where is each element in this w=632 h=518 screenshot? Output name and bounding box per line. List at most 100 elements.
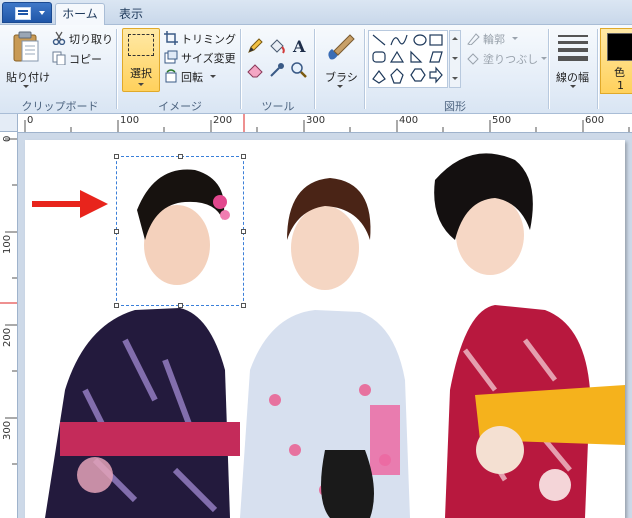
- chevron-down-icon: [138, 83, 144, 86]
- select-button[interactable]: 選択: [122, 28, 160, 92]
- size-label: 線の幅: [556, 71, 589, 84]
- ruler-label: 300: [2, 420, 13, 440]
- select-rectangle-icon: [128, 34, 154, 56]
- copy-label: コピー: [69, 53, 102, 66]
- crop-button[interactable]: トリミング: [164, 30, 238, 46]
- brush-icon: [328, 34, 355, 60]
- select-label: 選択: [130, 67, 152, 80]
- copy-button[interactable]: コピー: [52, 50, 114, 66]
- ruler-corner: [0, 114, 18, 132]
- paste-icon: [13, 31, 39, 62]
- cut-label: 切り取り: [69, 33, 113, 46]
- paste-label: 貼り付け: [6, 71, 50, 84]
- tab-home[interactable]: ホーム: [55, 3, 105, 26]
- chevron-up-icon: [452, 37, 458, 40]
- shapes-scroll[interactable]: [449, 30, 461, 88]
- expand-icon: [452, 77, 458, 80]
- resize-handle[interactable]: [178, 154, 183, 159]
- resize-handle[interactable]: [178, 303, 183, 308]
- ruler-label: 0: [27, 115, 34, 126]
- size-button[interactable]: 線の幅: [552, 29, 594, 93]
- chevron-down-icon: [337, 85, 343, 88]
- crop-label: トリミング: [181, 33, 236, 46]
- outline-label: 輪郭: [483, 33, 505, 46]
- fill-bucket-icon[interactable]: [268, 37, 286, 55]
- group-separator: [548, 29, 549, 109]
- shapes-icon: [372, 34, 443, 84]
- ruler-label: 100: [2, 234, 13, 254]
- ruler-label: 200: [2, 327, 13, 347]
- resize-handle[interactable]: [114, 303, 119, 308]
- cut-button[interactable]: 切り取り: [52, 30, 114, 46]
- color1-swatch: [607, 33, 632, 61]
- tools-grid: A: [244, 33, 312, 81]
- paint-menu-button[interactable]: [2, 2, 52, 23]
- ruler-label: 400: [399, 115, 419, 126]
- photo-three-women-yukata: [45, 153, 625, 518]
- chevron-down-icon: [570, 85, 576, 88]
- line-width-icon: [558, 35, 588, 61]
- chevron-down-icon: [23, 85, 29, 88]
- outline-icon: [467, 33, 480, 45]
- group-separator: [116, 29, 117, 109]
- resize-handle[interactable]: [241, 229, 246, 234]
- ruler-label: 0: [2, 135, 13, 142]
- group-separator: [364, 29, 365, 109]
- brushes-button[interactable]: ブラシ: [318, 29, 362, 93]
- canvas-workspace[interactable]: [18, 133, 632, 518]
- pencil-icon[interactable]: [246, 37, 264, 55]
- color-picker-icon[interactable]: [268, 61, 286, 79]
- ruler-label: 200: [213, 115, 233, 126]
- resize-handle[interactable]: [241, 154, 246, 159]
- brushes-label: ブラシ: [325, 71, 358, 84]
- resize-label: サイズ変更: [181, 52, 236, 65]
- group-separator: [597, 29, 598, 109]
- ruler-ticks: [0, 138, 17, 465]
- crop-icon: [164, 31, 178, 45]
- color1-button[interactable]: 色 1: [600, 28, 632, 94]
- fill-icon: [467, 53, 479, 65]
- ribbon-tab-bar: ホーム 表示: [0, 0, 632, 26]
- shapes-group-label: 図形: [444, 100, 466, 113]
- selection-rectangle[interactable]: [114, 154, 246, 308]
- rotate-button[interactable]: 回転: [164, 68, 238, 84]
- chevron-down-icon: [210, 75, 216, 78]
- svg-text:A: A: [292, 37, 306, 55]
- fill-label: 塗りつぶし: [483, 53, 539, 66]
- chevron-down-icon: [512, 37, 518, 40]
- red-arrow-icon: [32, 190, 108, 218]
- image-canvas[interactable]: [25, 140, 625, 518]
- copy-icon: [52, 51, 66, 65]
- ribbon: 貼り付け 切り取り コピー クリップボード 選択 トリミング サイズ変更 回転 …: [0, 25, 632, 114]
- eraser-icon[interactable]: [246, 61, 264, 79]
- outline-button[interactable]: 輪郭: [466, 30, 546, 46]
- group-separator: [240, 29, 241, 109]
- chevron-down-icon: [541, 57, 547, 60]
- resize-button[interactable]: サイズ変更: [164, 49, 238, 65]
- text-icon[interactable]: A: [290, 37, 308, 55]
- resize-icon: [164, 50, 178, 64]
- ruler-label: 300: [306, 115, 326, 126]
- resize-handle[interactable]: [241, 303, 246, 308]
- tools-group-label: ツール: [261, 100, 295, 113]
- fill-button[interactable]: 塗りつぶし: [466, 50, 556, 66]
- rotate-label: 回転: [181, 71, 203, 84]
- ruler-label: 600: [585, 115, 605, 126]
- color1-label: 色: [614, 66, 625, 79]
- tab-view[interactable]: 表示: [110, 4, 152, 24]
- clipboard-group-label: クリップボード: [21, 100, 99, 113]
- chevron-down-icon: [452, 57, 458, 60]
- chevron-down-icon: [39, 11, 45, 15]
- resize-handle[interactable]: [114, 229, 119, 234]
- ruler-horizontal: 0 100 200 300 400 500 600: [18, 114, 632, 133]
- group-separator: [314, 29, 315, 109]
- image-group-label: イメージ: [158, 100, 202, 113]
- ruler-vertical: 0 100 200 300: [0, 132, 18, 518]
- menu-icon: [15, 7, 31, 20]
- ruler-label: 100: [120, 115, 140, 126]
- magnifier-icon[interactable]: [290, 61, 308, 79]
- ruler-label: 500: [492, 115, 512, 126]
- shapes-gallery[interactable]: [368, 30, 448, 88]
- resize-handle[interactable]: [114, 154, 119, 159]
- paste-button[interactable]: 貼り付け: [4, 29, 50, 93]
